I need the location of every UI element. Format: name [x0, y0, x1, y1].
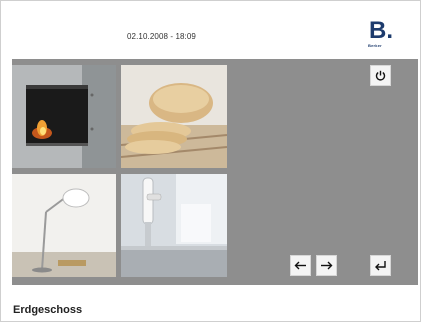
power-button[interactable] [370, 65, 391, 86]
footer: Erdgeschoss [1, 285, 420, 321]
header: 02.10.2008 - 18:09 B. Berker [1, 1, 420, 59]
bread-tile[interactable] [121, 65, 227, 168]
brand-name: Berker [368, 43, 382, 48]
enter-icon [375, 261, 386, 271]
fireplace-tile[interactable] [12, 65, 116, 168]
lamp-tile[interactable] [12, 174, 116, 277]
enter-button[interactable] [370, 255, 391, 276]
faucet-image [121, 174, 227, 277]
app-frame: 02.10.2008 - 18:09 B. Berker Erdgeschoss [0, 0, 421, 322]
arrow-right-icon [321, 261, 333, 270]
next-button[interactable] [316, 255, 337, 276]
faucet-tile[interactable] [121, 174, 227, 277]
brand-logo: B. Berker [367, 17, 393, 49]
bread-image [121, 65, 227, 168]
main-panel [12, 59, 418, 285]
power-icon [375, 70, 386, 81]
desk-lamp-image [12, 174, 116, 277]
brand-letter: B. [369, 17, 393, 44]
arrow-left-icon [294, 261, 306, 270]
previous-button[interactable] [290, 255, 311, 276]
fireplace-image [12, 65, 116, 168]
datetime-display: 02.10.2008 - 18:09 [127, 32, 196, 41]
room-name: Erdgeschoss [13, 304, 83, 316]
